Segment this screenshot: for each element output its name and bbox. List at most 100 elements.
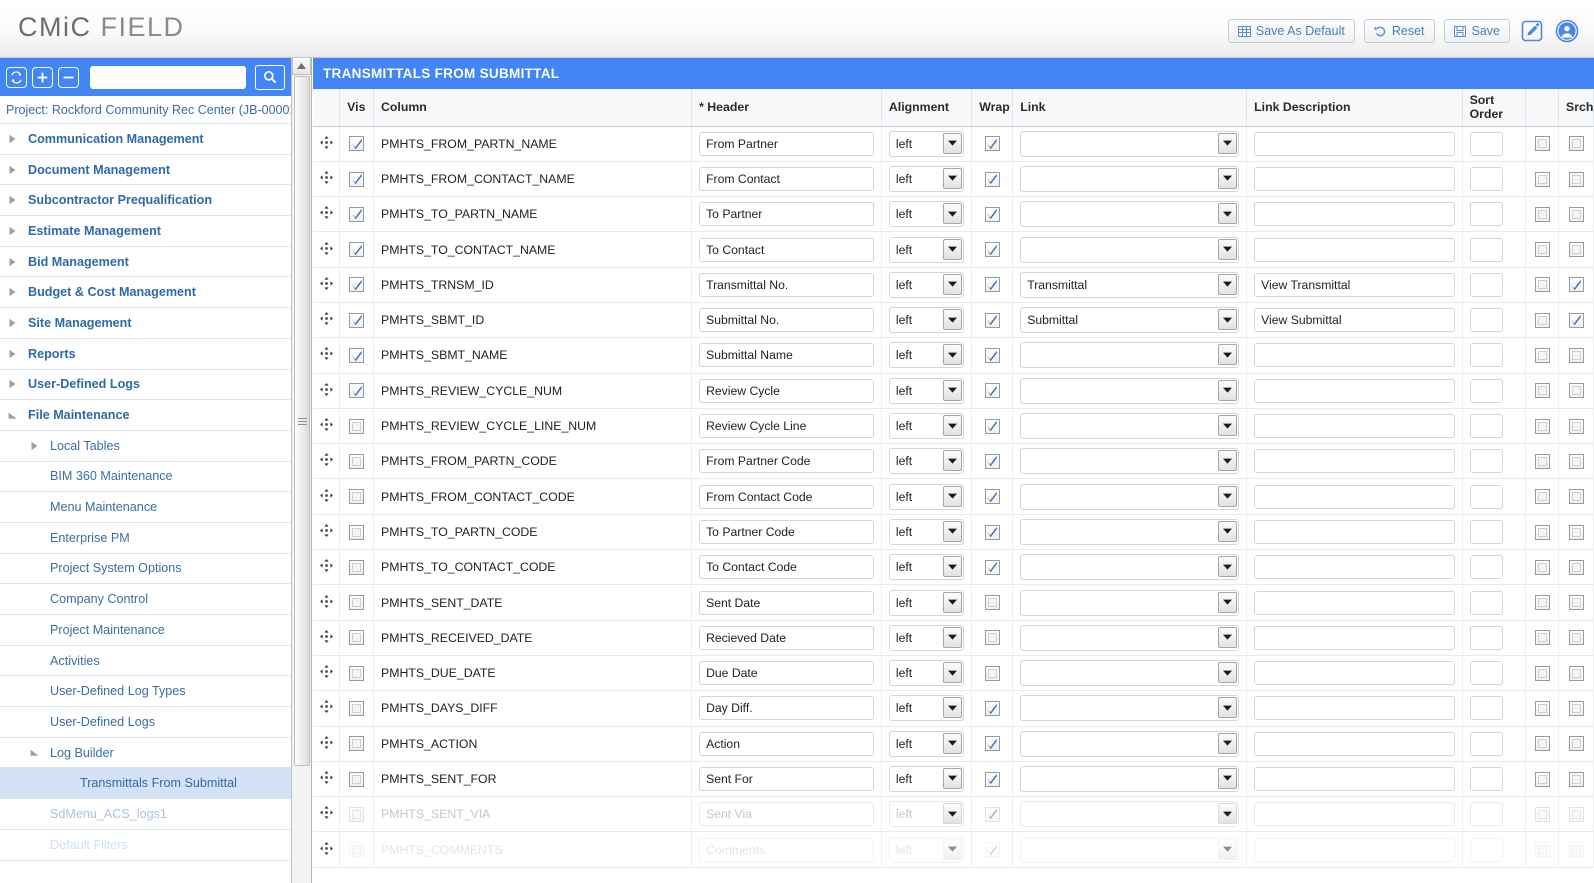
srch-checkbox[interactable] — [1568, 312, 1584, 328]
move-handle-icon[interactable] — [320, 665, 333, 681]
move-handle-icon[interactable] — [320, 135, 333, 152]
chevron-right-icon[interactable] — [8, 257, 22, 267]
wrap-checkbox[interactable] — [984, 383, 1000, 399]
header-input[interactable] — [699, 590, 874, 615]
link-description-input[interactable] — [1254, 590, 1455, 615]
sidebar-item-user-defined-logs[interactable]: User-Defined Logs — [0, 707, 291, 738]
sidebar-item-local-tables[interactable]: Local Tables — [0, 431, 291, 462]
row-drag-handle[interactable] — [313, 584, 341, 621]
wrap-checkbox[interactable] — [984, 842, 1000, 858]
chevron-right-icon[interactable] — [8, 318, 22, 328]
sidebar-item-default-filters[interactable]: Default Filters — [0, 830, 291, 861]
row-drag-handle[interactable] — [313, 267, 341, 303]
sidebar-item-menu-maintenance[interactable]: Menu Maintenance — [0, 492, 291, 523]
chevron-down-icon[interactable] — [1218, 591, 1238, 613]
chevron-down-icon[interactable] — [943, 450, 963, 472]
link-select[interactable] — [1020, 554, 1240, 581]
extra-checkbox[interactable] — [1534, 842, 1550, 858]
row-drag-handle[interactable] — [313, 373, 341, 409]
extra-checkbox[interactable] — [1534, 771, 1550, 787]
row-drag-handle[interactable] — [313, 620, 341, 656]
chevron-down-icon[interactable] — [943, 803, 963, 825]
link-select[interactable] — [1020, 413, 1240, 440]
link-select[interactable] — [1020, 201, 1240, 228]
chevron-down-icon[interactable] — [943, 485, 963, 507]
sort-order-input[interactable] — [1469, 378, 1503, 403]
table-row[interactable]: PMHTS_SBMT_NAME left — [313, 337, 1594, 374]
link-description-input[interactable] — [1254, 625, 1455, 650]
move-handle-icon[interactable] — [320, 418, 333, 434]
row-drag-handle[interactable] — [313, 443, 341, 480]
sort-order-input[interactable] — [1469, 131, 1503, 156]
link-description-input[interactable] — [1254, 696, 1455, 721]
link-description-input[interactable] — [1254, 237, 1455, 262]
wrap-checkbox[interactable] — [984, 348, 1000, 364]
srch-checkbox[interactable] — [1568, 701, 1584, 717]
extra-checkbox[interactable] — [1534, 206, 1550, 222]
header-input[interactable] — [699, 308, 874, 333]
extra-checkbox[interactable] — [1534, 383, 1550, 399]
sidebar-item-reports[interactable]: Reports — [0, 339, 291, 370]
chevron-down-icon[interactable] — [30, 748, 44, 757]
chevron-down-icon[interactable] — [1218, 626, 1238, 648]
header-input[interactable] — [699, 802, 874, 827]
srch-checkbox[interactable] — [1568, 842, 1584, 858]
table-row[interactable]: PMHTS_DUE_DATE left — [313, 655, 1594, 692]
chevron-down-icon[interactable] — [1218, 132, 1238, 154]
search-input[interactable] — [90, 65, 246, 89]
header-input[interactable] — [699, 519, 874, 544]
chevron-right-icon[interactable] — [8, 226, 22, 236]
vis-checkbox[interactable] — [349, 277, 365, 293]
sidebar-item-log-builder[interactable]: Log Builder — [0, 738, 291, 769]
sidebar-scrollbar[interactable] — [292, 58, 312, 883]
link-description-input[interactable] — [1254, 449, 1455, 474]
chevron-down-icon[interactable] — [1218, 767, 1238, 789]
chevron-down-icon[interactable] — [943, 415, 963, 437]
vis-checkbox[interactable] — [349, 206, 365, 222]
row-drag-handle[interactable] — [313, 478, 341, 515]
move-handle-icon[interactable] — [320, 382, 333, 399]
sort-order-input[interactable] — [1469, 343, 1503, 368]
chevron-down-icon[interactable] — [943, 379, 963, 401]
chevron-down-icon[interactable] — [943, 591, 963, 613]
wrap-checkbox[interactable] — [984, 489, 1000, 505]
sidebar-item-transmittals-from-submittal[interactable]: Transmittals From Submittal — [0, 768, 291, 800]
link-description-input[interactable] — [1254, 166, 1455, 191]
link-select[interactable] — [1020, 448, 1240, 475]
chevron-down-icon[interactable] — [943, 238, 963, 260]
vis-checkbox[interactable] — [349, 453, 365, 469]
chevron-down-icon[interactable] — [943, 732, 963, 754]
sidebar-item-site-management[interactable]: Site Management — [0, 308, 291, 339]
chevron-down-icon[interactable] — [943, 132, 963, 154]
row-drag-handle[interactable] — [313, 514, 341, 551]
user-avatar-icon[interactable] — [1554, 18, 1580, 44]
expand-all-icon[interactable] — [32, 66, 53, 88]
sort-order-input[interactable] — [1469, 308, 1503, 333]
chevron-down-icon[interactable] — [1218, 697, 1238, 719]
link-description-input[interactable] — [1254, 519, 1455, 544]
move-handle-icon[interactable] — [320, 806, 333, 822]
chevron-down-icon[interactable] — [1218, 450, 1238, 472]
move-handle-icon[interactable] — [320, 170, 333, 187]
chevron-down-icon[interactable] — [943, 556, 963, 578]
sidebar-item-budget-cost-management[interactable]: Budget & Cost Management — [0, 277, 291, 309]
extra-checkbox[interactable] — [1534, 559, 1550, 575]
sort-order-input[interactable] — [1469, 519, 1503, 544]
extra-checkbox[interactable] — [1534, 595, 1550, 611]
chevron-down-icon[interactable] — [943, 309, 963, 331]
wrap-checkbox[interactable] — [984, 630, 1000, 646]
table-row[interactable]: PMHTS_SENT_VIA left — [313, 796, 1594, 833]
srch-checkbox[interactable] — [1568, 736, 1584, 752]
header-input[interactable] — [699, 166, 874, 191]
chevron-down-icon[interactable] — [1218, 273, 1238, 295]
srch-checkbox[interactable] — [1568, 665, 1584, 681]
vis-checkbox[interactable] — [349, 348, 365, 364]
header-input[interactable] — [699, 484, 874, 509]
chevron-down-icon[interactable] — [1218, 803, 1238, 825]
link-select[interactable] — [1020, 165, 1240, 192]
srch-checkbox[interactable] — [1568, 206, 1584, 222]
sort-order-input[interactable] — [1469, 766, 1503, 791]
table-row[interactable]: PMHTS_SENT_DATE left — [313, 584, 1594, 621]
sidebar-item-subcontractor-prequalification[interactable]: Subcontractor Prequalification — [0, 185, 291, 217]
wrap-checkbox[interactable] — [984, 806, 1000, 822]
